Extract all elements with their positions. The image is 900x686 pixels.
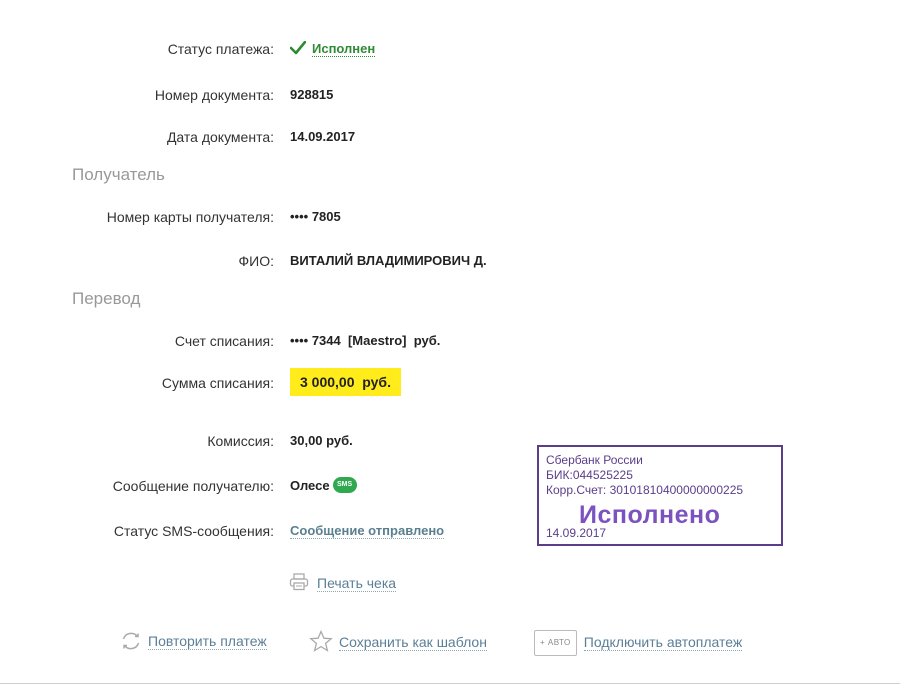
bottom-divider xyxy=(0,683,900,684)
card-row: Номер карты получателя: •••• 7805 xyxy=(0,206,900,228)
stamp-status: Исполнено xyxy=(579,501,721,529)
status-value-wrap: Исполнен xyxy=(290,38,376,60)
doc-number-label: Номер документа: xyxy=(154,87,274,103)
printer-icon xyxy=(289,573,309,591)
repeat-payment-button[interactable]: Повторить платеж xyxy=(120,630,267,653)
card-label: Номер карты получателя: xyxy=(106,209,274,225)
doc-date-row: Дата документа: 14.09.2017 xyxy=(0,126,900,148)
message-value: Олесе xyxy=(290,478,330,493)
checkmark-icon xyxy=(290,41,306,55)
amount-value: 3 000,00 руб. xyxy=(290,368,401,396)
sms-icon: SMS xyxy=(332,477,357,493)
stamp-bank-name: Сбербанк России xyxy=(546,453,643,467)
name-label: ФИО: xyxy=(238,253,275,269)
doc-date-label: Дата документа: xyxy=(166,129,274,145)
message-value-wrap: Олесе SMS xyxy=(290,475,357,497)
transfer-section-title: Перевод xyxy=(72,289,141,308)
print-receipt-label[interactable]: Печать чека xyxy=(317,575,397,592)
bank-stamp: Сбербанк России БИК:044525225 Корр.Счет:… xyxy=(537,445,783,546)
amount-label: Сумма списания: xyxy=(161,375,274,391)
doc-date-value: 14.09.2017 xyxy=(290,129,356,144)
name-row: ФИО: ВИТАЛИЙ ВЛАДИМИРОВИЧ Д. xyxy=(0,250,900,272)
fee-label: Комиссия: xyxy=(207,433,274,449)
connect-autopay-label[interactable]: Подключить автоплатеж xyxy=(583,634,743,651)
fee-value: 30,00 руб. xyxy=(290,433,353,448)
stamp-date: 14.09.2017 xyxy=(546,526,607,540)
print-receipt-link[interactable]: Печать чека xyxy=(289,572,397,595)
stamp-corr-account: Корр.Счет: 30101810400000000225 xyxy=(546,483,744,497)
amount-row: Сумма списания: 3 000,00 руб. xyxy=(0,368,900,396)
status-row: Статус платежа: Исполнен xyxy=(0,38,900,60)
account-row: Счет списания: •••• 7344 [Maestro] руб. xyxy=(0,330,900,352)
star-icon xyxy=(309,629,333,652)
doc-number-row: Номер документа: 928815 xyxy=(0,84,900,106)
repeat-payment-label[interactable]: Повторить платеж xyxy=(148,633,267,650)
sms-status-value-wrap: Сообщение отправлено xyxy=(290,520,445,542)
sms-status-label: Статус SMS-сообщения: xyxy=(113,523,274,539)
message-label: Сообщение получателю: xyxy=(112,478,274,494)
card-value: •••• 7805 xyxy=(290,209,341,224)
status-label: Статус платежа: xyxy=(167,41,274,57)
name-value: ВИТАЛИЙ ВЛАДИМИРОВИЧ Д. xyxy=(290,253,487,268)
connect-autopay-button[interactable]: + АВТО Подключить автоплатеж xyxy=(534,630,743,656)
account-label: Счет списания: xyxy=(174,333,274,349)
save-template-label[interactable]: Сохранить как шаблон xyxy=(339,634,487,651)
save-template-button[interactable]: Сохранить как шаблон xyxy=(309,629,487,654)
refresh-icon xyxy=(122,632,140,650)
sms-status-value[interactable]: Сообщение отправлено xyxy=(290,523,445,539)
account-value: •••• 7344 [Maestro] руб. xyxy=(290,333,441,348)
stamp-bik: БИК:044525225 xyxy=(546,468,633,482)
recipient-section-title: Получатель xyxy=(72,165,165,184)
doc-number-value: 928815 xyxy=(290,87,334,102)
status-value[interactable]: Исполнен xyxy=(312,41,376,57)
auto-badge: + АВТО xyxy=(534,630,577,656)
